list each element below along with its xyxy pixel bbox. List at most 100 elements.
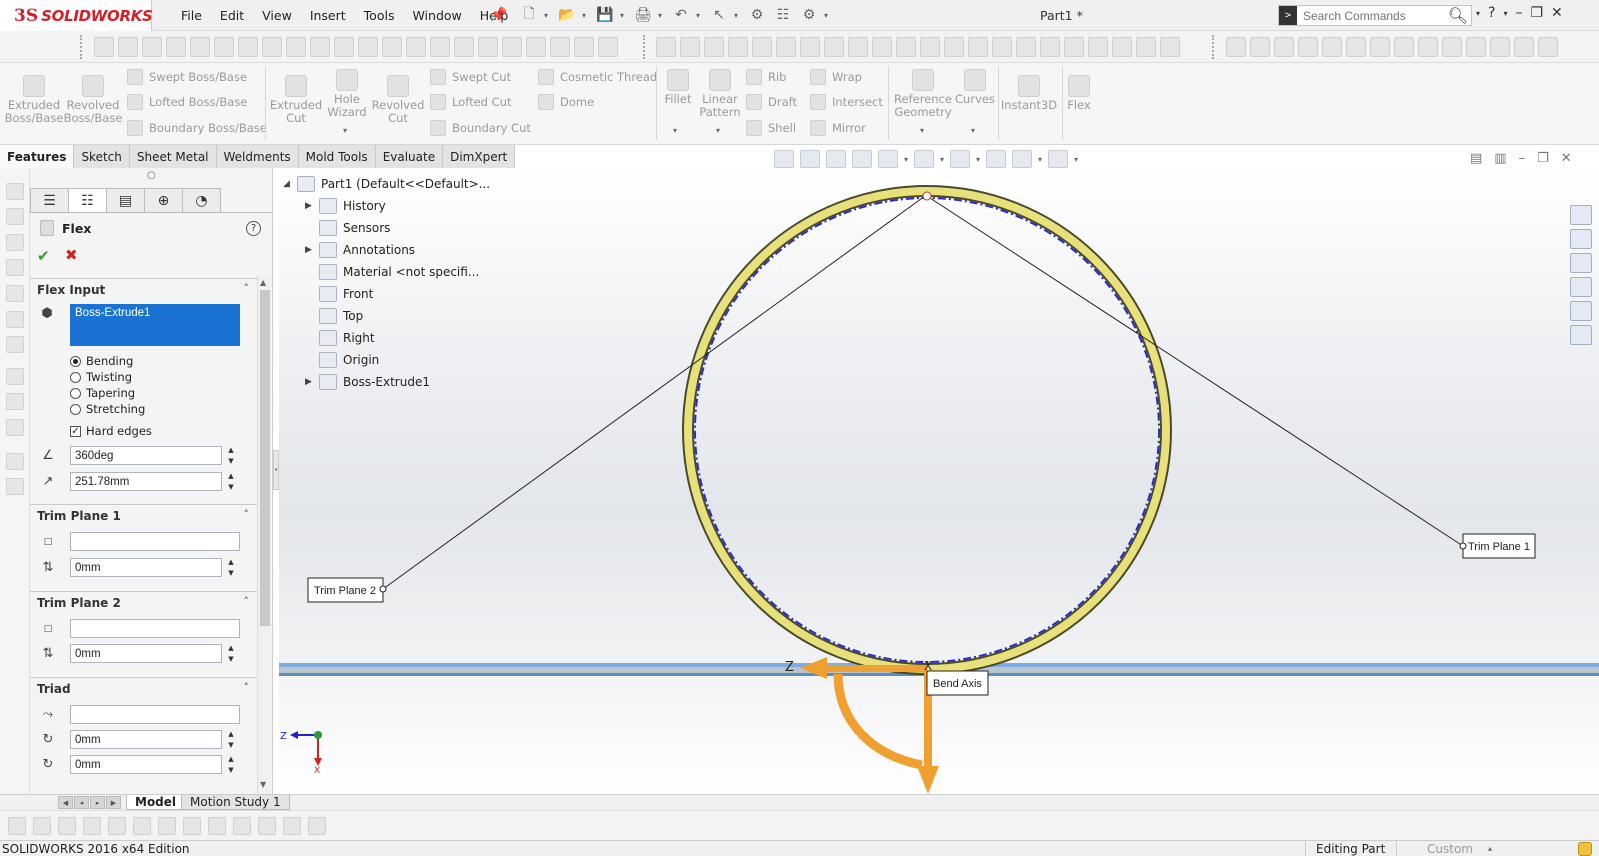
pm-scrollbar[interactable]: ▲ ▼ bbox=[257, 276, 271, 794]
scroll-up-icon[interactable]: ▲ bbox=[260, 278, 266, 287]
hide-show-items-icon[interactable] bbox=[950, 150, 971, 168]
tree-item-right-plane[interactable]: Right bbox=[305, 328, 375, 348]
collapse-caret-icon[interactable]: ˄ bbox=[244, 282, 250, 295]
section-view-icon[interactable] bbox=[852, 150, 872, 168]
trim-plane-1-selection[interactable] bbox=[70, 532, 240, 551]
unit-system-selector[interactable]: Custom bbox=[1396, 841, 1511, 856]
prev-tab-icon[interactable]: ◂ bbox=[74, 796, 89, 809]
apply-scene-dropdown-icon[interactable]: ▾ bbox=[1038, 155, 1042, 164]
tree-item-sensors[interactable]: Sensors bbox=[305, 218, 390, 238]
spin-up-icon[interactable]: ▲ bbox=[228, 446, 233, 454]
solidworks-resources-icon[interactable] bbox=[1570, 205, 1592, 225]
custom-properties-icon[interactable] bbox=[1570, 325, 1592, 345]
edit-appearance-icon[interactable] bbox=[986, 150, 1007, 168]
spin-up-icon[interactable]: ▲ bbox=[228, 558, 233, 566]
view-tool-icon[interactable] bbox=[6, 453, 24, 470]
display-style-dropdown-icon[interactable]: ▾ bbox=[940, 155, 944, 164]
tree-item-annotations[interactable]: ▶ Annotations bbox=[305, 240, 415, 260]
tree-item-boss-extrude1[interactable]: ▶ Boss-Extrude1 bbox=[305, 372, 430, 392]
triad-x-field[interactable]: 0mm bbox=[70, 730, 222, 749]
scroll-down-icon[interactable]: ▼ bbox=[260, 780, 266, 789]
viewport-close-icon[interactable]: ✕ bbox=[1561, 151, 1572, 166]
fillet-tool-icon[interactable] bbox=[6, 336, 24, 353]
sketch-tool-icon[interactable] bbox=[158, 816, 176, 835]
tree-item-history[interactable]: ▶ History bbox=[305, 196, 386, 216]
display-manager-tab-icon[interactable]: ◔ bbox=[182, 188, 221, 212]
unit-system-dropdown-icon[interactable]: ▴ bbox=[1488, 844, 1492, 853]
triad-y-spinner[interactable]: ▲ ▼ bbox=[226, 755, 236, 774]
collapse-caret-icon[interactable]: ˄ bbox=[244, 508, 250, 521]
spin-up-icon[interactable]: ▲ bbox=[228, 644, 233, 652]
view-settings-dropdown-icon[interactable]: ▾ bbox=[1074, 155, 1078, 164]
zoom-to-fit-icon[interactable] bbox=[774, 150, 794, 168]
angle-field[interactable]: 360deg bbox=[70, 446, 222, 465]
trim-plane-1-offset-field[interactable]: 0mm bbox=[70, 558, 222, 577]
sketch-tool-icon[interactable] bbox=[183, 816, 201, 835]
last-tab-icon[interactable]: ▶ bbox=[106, 796, 121, 809]
flexed-ring-body[interactable] bbox=[684, 187, 1170, 673]
spin-down-icon[interactable]: ▼ bbox=[228, 766, 233, 774]
scroll-thumb[interactable] bbox=[260, 290, 270, 626]
viewport-tile-left-icon[interactable]: ▤ bbox=[1470, 151, 1482, 166]
spin-down-icon[interactable]: ▼ bbox=[228, 655, 233, 663]
cut-tool-icon[interactable] bbox=[6, 208, 24, 225]
first-tab-icon[interactable]: ◀ bbox=[58, 796, 73, 809]
viewport-restore-icon[interactable]: ❐ bbox=[1537, 151, 1549, 166]
view-orientation-icon[interactable] bbox=[878, 150, 898, 168]
appearances-scenes-icon[interactable] bbox=[1570, 301, 1592, 321]
triad-y-field[interactable]: 0mm bbox=[70, 755, 222, 774]
expand-arrow-icon[interactable]: ▶ bbox=[305, 201, 319, 211]
triad-rotation-ring[interactable] bbox=[833, 673, 923, 770]
collapse-caret-icon[interactable]: ˄ bbox=[244, 681, 250, 694]
sketch-tool-icon[interactable] bbox=[208, 816, 226, 835]
radio-dot[interactable] bbox=[70, 355, 81, 367]
radio-dot[interactable] bbox=[70, 371, 81, 383]
tree-item-top-plane[interactable]: Top bbox=[305, 306, 363, 326]
radius-field[interactable]: 251.78mm bbox=[70, 472, 222, 491]
sweep-tool-icon[interactable] bbox=[6, 285, 24, 302]
feature-manager-tab-icon[interactable]: ☰ bbox=[30, 188, 69, 212]
sketch-tool-icon[interactable] bbox=[6, 368, 24, 385]
display-style-icon[interactable] bbox=[914, 150, 935, 168]
viewport-tile-right-icon[interactable]: ▥ bbox=[1494, 151, 1506, 166]
radio-twisting[interactable]: Twisting bbox=[70, 370, 132, 384]
tree-root-part1[interactable]: ◢ Part1 (Default<<Default>... bbox=[283, 174, 490, 194]
radio-dot[interactable] bbox=[70, 387, 81, 399]
shell-tool-icon[interactable] bbox=[6, 311, 24, 328]
panel-splitter-handle[interactable]: • bbox=[273, 450, 279, 490]
expand-arrow-icon[interactable]: ▶ bbox=[305, 245, 319, 255]
rectangle-tool-icon[interactable] bbox=[6, 419, 24, 436]
tab-model[interactable]: Model bbox=[126, 795, 186, 810]
zoom-to-area-icon[interactable] bbox=[800, 150, 820, 168]
property-manager-tab-icon[interactable]: ☷ bbox=[68, 188, 107, 212]
tab-motion-study-1[interactable]: Motion Study 1 bbox=[181, 795, 290, 810]
trim-plane-2-offset-field[interactable]: 0mm bbox=[70, 644, 222, 663]
file-explorer-icon[interactable] bbox=[1570, 253, 1592, 273]
tree-item-material[interactable]: Material <not specifi... bbox=[305, 262, 479, 282]
checkbox-box[interactable]: ✓ bbox=[70, 425, 81, 437]
sketch-tool-icon[interactable] bbox=[58, 816, 76, 835]
trim-plane-2-spinner[interactable]: ▲ ▼ bbox=[226, 644, 236, 663]
spin-up-icon[interactable]: ▲ bbox=[228, 730, 233, 738]
viewport-minimize-icon[interactable]: – bbox=[1519, 151, 1526, 166]
cancel-x-icon[interactable]: ✖ bbox=[65, 246, 78, 264]
rebuild-status-icon[interactable] bbox=[1578, 842, 1592, 856]
triad-x-arrowhead[interactable] bbox=[917, 766, 939, 794]
sketch-tool-icon[interactable] bbox=[283, 816, 301, 835]
panel-grip-icon[interactable]: ○ bbox=[147, 170, 156, 181]
sketch-tool-icon[interactable] bbox=[258, 816, 276, 835]
line-tool-icon[interactable] bbox=[6, 393, 24, 410]
trim-plane-2-selection[interactable] bbox=[70, 619, 240, 638]
view-orientation-dropdown-icon[interactable]: ▾ bbox=[904, 155, 908, 164]
help-icon[interactable]: ? bbox=[246, 221, 261, 236]
view-palette-icon[interactable] bbox=[1570, 277, 1592, 297]
previous-view-icon[interactable] bbox=[826, 150, 846, 168]
loft-tool-icon[interactable] bbox=[6, 259, 24, 276]
measure-tool-icon[interactable] bbox=[6, 478, 24, 495]
spin-down-icon[interactable]: ▼ bbox=[228, 457, 233, 465]
section-header-triad[interactable]: Triad bbox=[30, 678, 257, 700]
design-library-icon[interactable] bbox=[1570, 229, 1592, 249]
radio-dot[interactable] bbox=[70, 403, 81, 415]
collapse-arrow-icon[interactable]: ◢ bbox=[283, 179, 297, 189]
section-header-trim-plane-1[interactable]: Trim Plane 1 bbox=[30, 505, 257, 527]
